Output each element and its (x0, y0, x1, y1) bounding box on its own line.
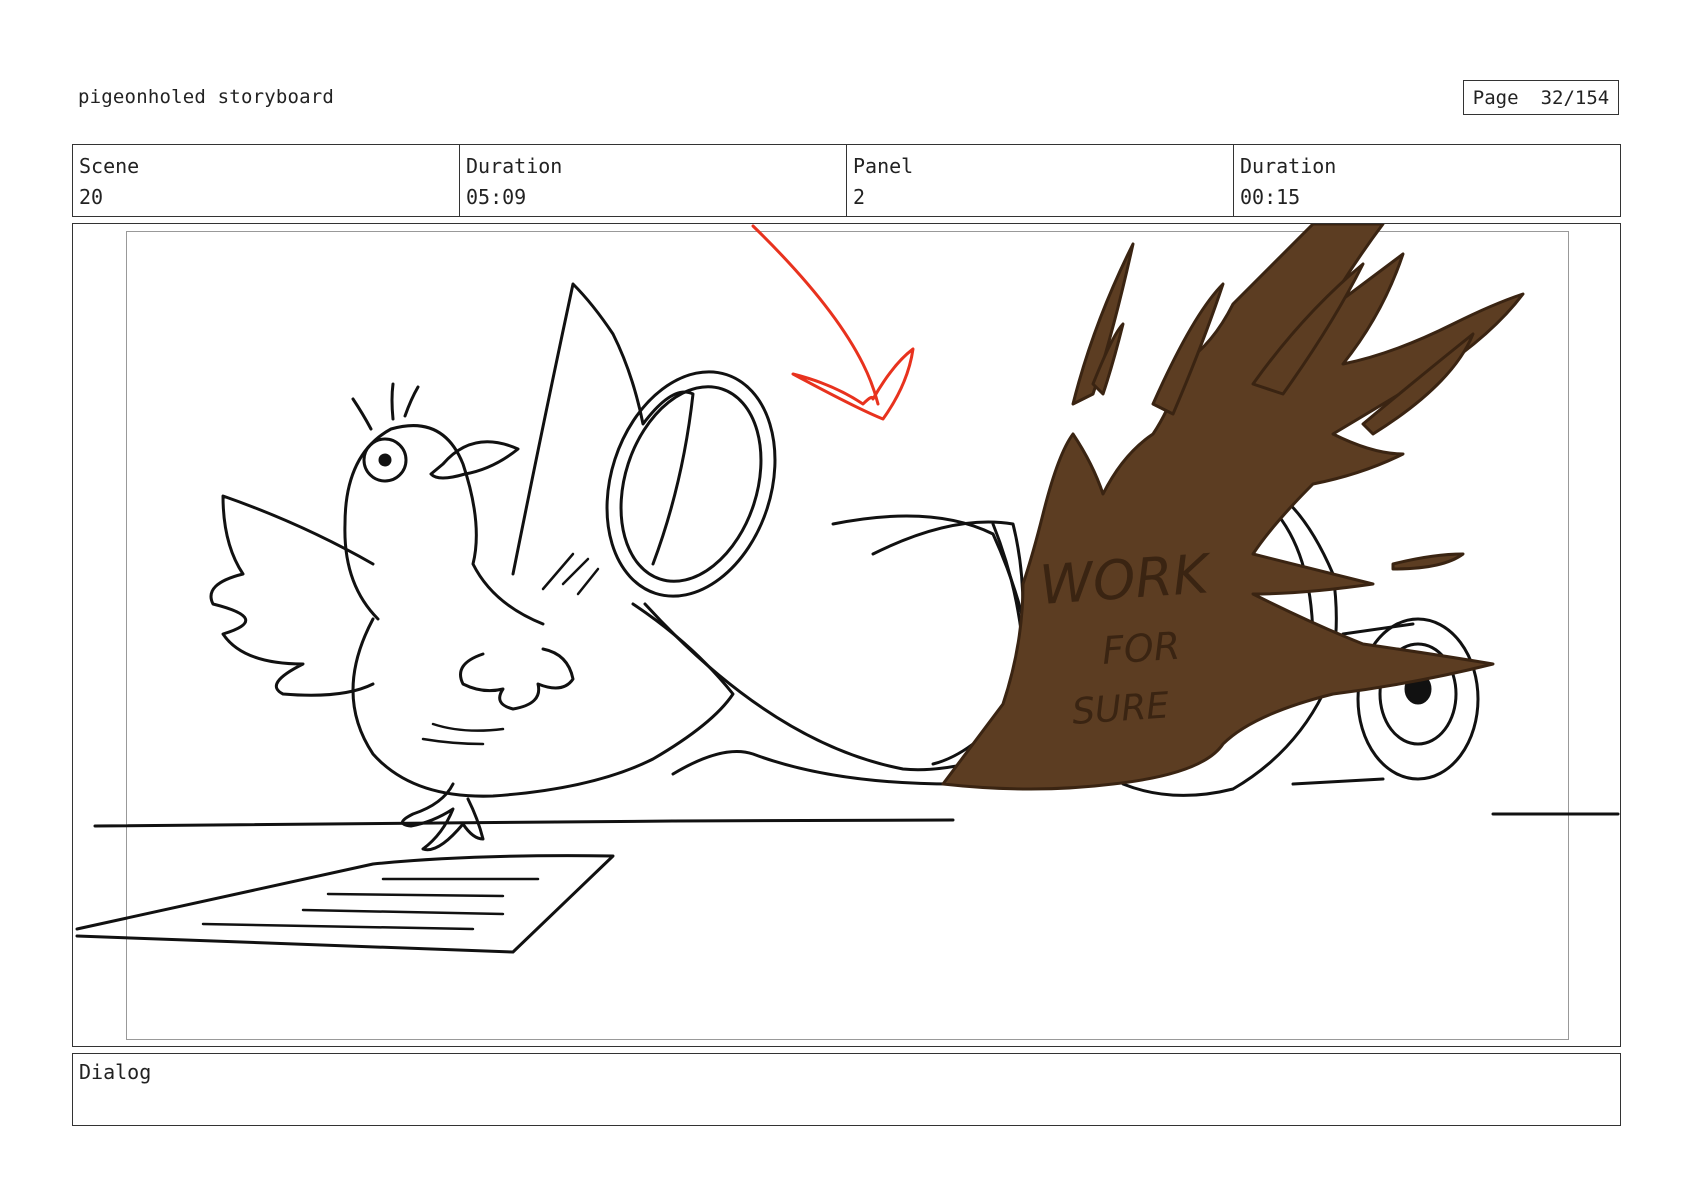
document-title: pigeonholed storyboard (78, 86, 335, 108)
motion-arrow-head (791, 347, 915, 421)
scene-value: 20 (79, 185, 104, 209)
pigeon-belly-marks (421, 722, 505, 746)
coffee-splash (941, 224, 1525, 791)
paper-sheet (75, 854, 615, 954)
panel-label: Panel (853, 154, 914, 178)
cup-sign-line-3: SURE (1071, 685, 1171, 733)
dialog-box: Dialog (72, 1053, 1621, 1126)
info-table: Scene 20 Duration 05:09 Panel 2 Duration… (72, 144, 1621, 217)
scene-duration-cell: Duration 05:09 (460, 145, 847, 216)
scene-duration-label: Duration (466, 154, 563, 178)
panel-drawing: WORK FOR SURE (75, 224, 1620, 954)
pigeon-body (351, 602, 735, 798)
pigeon-head (343, 424, 545, 626)
paper-text-lines (201, 877, 540, 931)
motion-arrow (751, 224, 915, 421)
panel-cell: Panel 2 (847, 145, 1234, 216)
pigeon-wing-left (209, 494, 375, 697)
pigeon-beak (429, 440, 520, 480)
table-edge-line (93, 818, 955, 828)
motion-arrow-shaft (751, 224, 880, 406)
pigeon-wing-right (511, 282, 695, 576)
scene-cell: Scene 20 (73, 145, 460, 216)
page-indicator: Page 32/154 (1463, 80, 1619, 115)
scene-label: Scene (79, 154, 140, 178)
page-number: 32/154 (1540, 86, 1610, 109)
pigeon-head-tuft (351, 382, 420, 431)
page-label: Page (1472, 86, 1519, 109)
panel-value: 2 (853, 185, 866, 209)
cup-body (643, 514, 1037, 772)
pigeon-wing-detail (459, 647, 575, 711)
scene-duration-value: 05:09 (466, 185, 527, 209)
panel-duration-value: 00:15 (1240, 185, 1301, 209)
panel-duration-label: Duration (1240, 154, 1337, 178)
dialog-label: Dialog (79, 1060, 152, 1084)
wing-feather-marks (541, 552, 600, 596)
cup-sign-line-1: WORK (1038, 542, 1214, 617)
panel-duration-cell: Duration 00:15 (1234, 145, 1620, 216)
cup-sign-line-2: FOR (1101, 624, 1182, 673)
storyboard-panel: WORK FOR SURE (72, 223, 1621, 1047)
pigeon-pupil (378, 453, 392, 467)
